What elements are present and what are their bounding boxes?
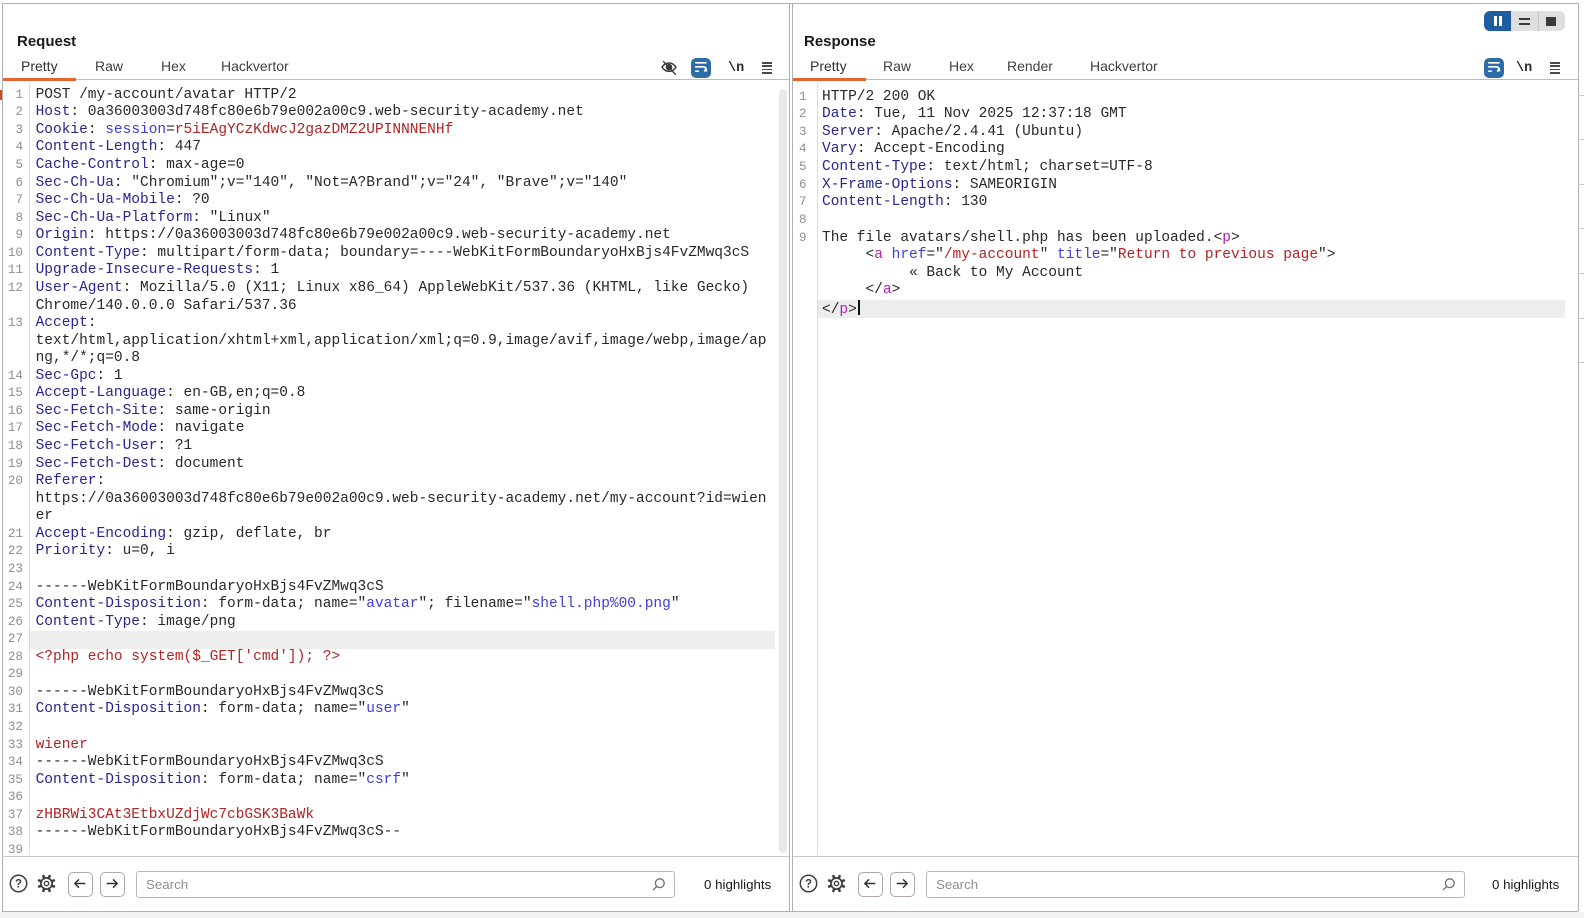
svg-text:?: ? [805,879,812,891]
svg-text:?: ? [15,879,22,891]
